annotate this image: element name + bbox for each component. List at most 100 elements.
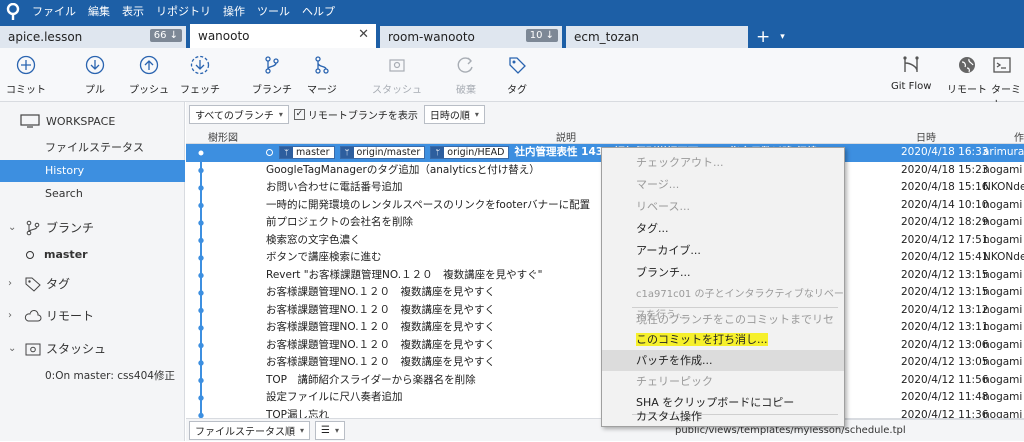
commit-author: nogami (983, 286, 1023, 298)
arrow-down-circle-icon (84, 54, 106, 76)
menu-item-revert[interactable]: このコミットを打ち消し... (602, 329, 844, 350)
commit-date: 2020/4/12 18:29 (901, 216, 989, 228)
workspace-header: WORKSPACE (20, 114, 115, 128)
menu-file[interactable]: ファイル (26, 0, 82, 24)
tab-room-wanooto[interactable]: room-wanooto 10 ↓ (380, 26, 562, 48)
sidebar-section-stashes[interactable]: ⌄ スタッシュ (8, 340, 106, 357)
branch-button[interactable]: ブランチ (252, 54, 292, 96)
chevron-down-icon: ⌄ (8, 343, 17, 354)
commit-button[interactable]: コミット (6, 54, 46, 96)
menu-item-merge[interactable]: マージ... (602, 174, 844, 195)
column-author[interactable]: 作 (1014, 129, 1024, 144)
tag-icon (506, 54, 528, 76)
discard-label: 破棄 (456, 85, 476, 96)
tag-button[interactable]: タグ (506, 54, 528, 96)
commit-date: 2020/4/14 10:10 (901, 198, 989, 211)
column-description[interactable]: 説明 (556, 129, 576, 144)
ref-label[interactable]: ᛘ master (279, 145, 335, 159)
menu-item-branch[interactable]: ブランチ... (602, 262, 844, 283)
order-select[interactable]: 日時の順 ▾ (423, 104, 485, 124)
menu-item-interactive-rebase[interactable]: c1a971c01 の子とインタラクティブなリベースを行う... (602, 284, 844, 321)
menu-item-checkout[interactable]: チェックアウト... (602, 152, 844, 173)
commit-author: nogami (983, 356, 1023, 368)
menu-item-custom-actions[interactable]: カスタム操作 (602, 406, 844, 427)
chevron-down-icon: ▾ (278, 109, 283, 119)
plus-circle-icon (15, 54, 37, 76)
branch-filter-select[interactable]: すべてのブランチ ▾ (189, 104, 289, 124)
gitflow-button[interactable]: Git Flow (891, 54, 931, 92)
push-button[interactable]: プッシュ (129, 54, 169, 96)
sidebar-item-stash-0[interactable]: 0:On master: css404修正 (0, 365, 185, 387)
commit-author: nogami (983, 198, 1023, 211)
commit-node (198, 342, 204, 349)
branches-label: ブランチ (46, 221, 95, 235)
ref-label[interactable]: ᛘ origin/master (339, 145, 426, 159)
close-icon[interactable]: ✕ (358, 27, 369, 42)
menu-item-rebase[interactable]: リベース... (602, 196, 844, 217)
menu-help[interactable]: ヘルプ (296, 0, 341, 24)
fetch-button[interactable]: フェッチ (180, 54, 220, 96)
commit-node (198, 395, 204, 401)
chevron-right-icon: › (8, 310, 12, 321)
file-status-order-select[interactable]: ファイルステータス順 ▾ (189, 420, 311, 440)
commit-author: NKONde (983, 181, 1024, 193)
merge-button[interactable]: マージ (307, 54, 337, 96)
discard-button[interactable]: 破棄 (455, 54, 477, 96)
checkmark-icon: ✓ (293, 108, 305, 120)
sidebar-section-tags[interactable]: › タグ (8, 275, 70, 292)
push-label: プッシュ (129, 85, 169, 96)
commit-node (198, 202, 204, 209)
menu-item-create-patch[interactable]: パッチを作成... (602, 350, 844, 371)
column-date[interactable]: 日時 (916, 129, 936, 144)
menu-actions[interactable]: 操作 (217, 0, 251, 24)
commit-date: 2020/4/18 15:23 (901, 163, 989, 176)
commit-date: 2020/4/12 15:41 (901, 251, 989, 263)
sidebar-section-remotes[interactable]: › リモート (8, 307, 94, 324)
commit-author: nogami (983, 321, 1023, 333)
tags-label: タグ (46, 277, 71, 291)
menu-tools[interactable]: ツール (251, 0, 296, 24)
branch-icon: ᛘ (340, 146, 354, 158)
repo-tab-bar: apice.lesson 66 ↓ wanooto ✕ room-wanooto… (0, 24, 1024, 48)
commit-graph (197, 144, 205, 419)
sidebar-item-file-status[interactable]: ファイルステータス (0, 137, 185, 159)
menu-item-reset[interactable]: 現在のブランチをこのコミットまでリセット (602, 309, 844, 347)
tab-wanooto[interactable]: wanooto ✕ (190, 24, 376, 48)
column-graph[interactable]: 樹形図 (208, 129, 238, 144)
menu-edit[interactable]: 編集 (82, 0, 116, 24)
sidebar-item-master[interactable]: master (26, 248, 88, 261)
tab-menu-icon[interactable]: ▾ (780, 26, 785, 48)
menu-view[interactable]: 表示 (116, 0, 150, 24)
sidebar-item-search[interactable]: Search (0, 183, 185, 205)
commit-context-menu: チェックアウト... マージ... リベース... タグ... アーカイブ...… (601, 147, 845, 427)
stashes-label: スタッシュ (46, 342, 107, 356)
branch-icon (26, 220, 40, 235)
sidebar-item-history[interactable]: History (0, 160, 185, 182)
commit-date: 2020/4/12 11:36 (901, 408, 989, 419)
pull-button[interactable]: プル (84, 54, 106, 96)
commit-date: 2020/4/12 13:11 (901, 321, 989, 333)
menu-item-tag[interactable]: タグ... (602, 218, 844, 239)
menu-item-archive[interactable]: アーカイブ... (602, 240, 844, 261)
commit-node (197, 149, 205, 157)
tab-apice-lesson[interactable]: apice.lesson 66 ↓ (0, 26, 186, 48)
ref-label[interactable]: ᛘ origin/HEAD (430, 145, 510, 159)
commit-date: 2020/4/12 11:48 (901, 391, 989, 403)
menu-repository[interactable]: リポジトリ (150, 0, 217, 24)
sidebar: WORKSPACE ファイルステータス History Search ⌄ ブラン… (0, 102, 185, 441)
file-status-order-value: ファイルステータス順 (195, 426, 295, 438)
remote-button[interactable]: リモート (947, 54, 987, 96)
remote-label: リモート (947, 85, 987, 96)
add-tab-icon[interactable]: + (756, 26, 770, 48)
sidebar-section-branches[interactable]: ⌄ ブランチ (8, 219, 94, 236)
monitor-icon (20, 114, 40, 128)
terminal-icon (991, 54, 1013, 76)
tab-ecm-tozan[interactable]: ecm_tozan (566, 26, 748, 48)
stash-button[interactable]: スタッシュ (372, 54, 422, 96)
menu-item-cherry-pick[interactable]: チェリーピック (602, 371, 844, 392)
list-mode-select[interactable]: ☰ ▾ (315, 420, 345, 440)
commit-date: 2020/4/12 13:06 (901, 338, 989, 351)
show-remote-checkbox[interactable]: ✓ リモートブランチを表示 (293, 107, 418, 122)
menu-bar: ファイル 編集 表示 リポジトリ 操作 ツール ヘルプ (0, 0, 1024, 24)
tab-label: ecm_tozan (574, 30, 639, 44)
